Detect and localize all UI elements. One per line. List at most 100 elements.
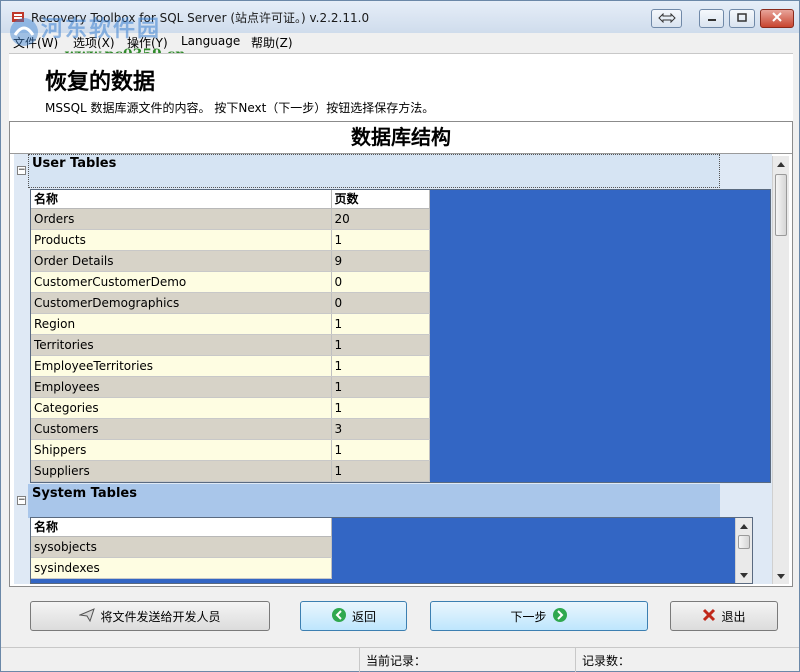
table-row[interactable]: EmployeeTerritories 1 <box>31 355 430 377</box>
page-title: 恢复的数据 <box>45 69 156 95</box>
table-row[interactable]: Suppliers 1 <box>31 460 430 482</box>
table-row[interactable]: sysindexes <box>31 557 332 579</box>
next-button[interactable]: 下一步 <box>430 601 648 631</box>
user-tables-table: 名称 页数 Orders 20 Products 1 Order Details 9 Cus… <box>31 190 430 482</box>
table-row[interactable]: Order Details 9 <box>31 250 430 272</box>
table-row[interactable]: Customers 3 <box>31 418 430 440</box>
collapse-user-tables-icon[interactable]: − <box>17 166 26 175</box>
status-record-count-cell: 记录数： <box>575 648 799 672</box>
scroll-up-arrow-icon[interactable] <box>736 518 752 534</box>
scroll-thumb[interactable] <box>738 535 750 549</box>
table-cell-name[interactable]: Products <box>31 229 332 251</box>
table-cell-pages[interactable]: 20 <box>331 208 430 230</box>
table-row[interactable]: Categories 1 <box>31 397 430 419</box>
send-to-developer-button[interactable]: 将文件发送给开发人员 <box>30 601 270 631</box>
double-arrow-icon <box>657 12 676 26</box>
exit-button-label: 退出 <box>721 609 746 624</box>
system-tables-label: System Tables <box>32 486 137 501</box>
table-row[interactable]: Orders 20 <box>31 208 430 230</box>
back-button[interactable]: 返回 <box>300 601 407 631</box>
table-cell-pages[interactable]: 9 <box>331 250 430 272</box>
table-cell-pages[interactable]: 1 <box>331 313 430 335</box>
page-subtitle: MSSQL 数据库源文件的内容。 按下Next（下一步）按钮选择保存方法。 <box>45 101 435 115</box>
main-scrollbar[interactable] <box>772 156 789 584</box>
table-cell-name[interactable]: CustomerDemographics <box>31 292 332 314</box>
minimize-button[interactable] <box>699 9 724 28</box>
table-row[interactable]: Territories 1 <box>31 334 430 356</box>
system-tables-table: 名称 sysobjects sysindexes <box>31 518 332 579</box>
table-cell-pages[interactable]: 1 <box>331 376 430 398</box>
column-header-name[interactable]: 名称 <box>31 190 332 209</box>
table-cell-name[interactable]: Territories <box>31 334 332 356</box>
column-header-name[interactable]: 名称 <box>31 518 332 537</box>
database-structure-panel: 数据库结构 − User Tables 名称 页数 Orders 20 Produc… <box>9 121 793 587</box>
system-grid-scrollbar[interactable] <box>735 518 752 583</box>
header-panel: 恢复的数据 MSSQL 数据库源文件的内容。 按下Next（下一步）按钮选择保存… <box>9 53 793 121</box>
table-row[interactable]: CustomerCustomerDemo 0 <box>31 271 430 293</box>
table-cell-name[interactable]: Orders <box>31 208 332 230</box>
table-row[interactable]: CustomerDemographics 0 <box>31 292 430 314</box>
table-cell-pages[interactable]: 0 <box>331 271 430 293</box>
table-cell-pages[interactable]: 1 <box>331 334 430 356</box>
table-cell-pages[interactable]: 1 <box>331 355 430 377</box>
menu-bar: 文件(W) 选项(X) 操作(Y) Language 帮助(Z) <box>1 33 799 51</box>
menu-file[interactable]: 文件(W) <box>13 34 58 51</box>
table-cell-name[interactable]: Shippers <box>31 439 332 461</box>
table-cell-pages[interactable]: 1 <box>331 460 430 482</box>
user-tables-grid[interactable]: 名称 页数 Orders 20 Products 1 Order Details 9 Cus… <box>30 189 771 483</box>
back-arrow-icon <box>331 607 347 626</box>
table-cell-pages[interactable]: 0 <box>331 292 430 314</box>
restore-layout-button[interactable] <box>651 9 682 28</box>
table-row[interactable]: sysobjects <box>31 536 332 558</box>
scroll-thumb[interactable] <box>775 174 787 236</box>
minimize-icon <box>707 12 717 26</box>
maximize-button[interactable] <box>729 9 755 28</box>
collapse-system-tables-icon[interactable]: − <box>17 496 26 505</box>
scroll-down-arrow-icon[interactable] <box>773 568 789 584</box>
exit-x-icon <box>702 608 716 625</box>
tree-content: − User Tables 名称 页数 Orders 20 Products 1 Ord… <box>14 154 772 584</box>
app-icon <box>11 10 25 24</box>
close-icon <box>771 11 783 26</box>
menu-help[interactable]: 帮助(Z) <box>251 34 293 51</box>
table-row[interactable]: Shippers 1 <box>31 439 430 461</box>
scroll-down-arrow-icon[interactable] <box>736 567 752 583</box>
table-cell-name[interactable]: sysindexes <box>31 557 332 579</box>
table-cell-name[interactable]: Region <box>31 313 332 335</box>
table-cell-name[interactable]: Order Details <box>31 250 332 272</box>
next-arrow-icon <box>552 607 568 626</box>
table-cell-pages[interactable]: 1 <box>331 229 430 251</box>
column-header-pages[interactable]: 页数 <box>331 190 430 209</box>
close-button[interactable] <box>760 9 794 28</box>
next-button-label: 下一步 <box>510 609 547 624</box>
system-tables-grid[interactable]: 名称 sysobjects sysindexes <box>30 517 753 584</box>
table-cell-name[interactable]: EmployeeTerritories <box>31 355 332 377</box>
table-cell-pages[interactable]: 1 <box>331 397 430 419</box>
user-tables-label: User Tables <box>32 156 117 171</box>
maximize-icon <box>737 12 747 26</box>
table-cell-name[interactable]: Suppliers <box>31 460 332 482</box>
menu-language[interactable]: Language <box>181 34 240 48</box>
table-cell-name[interactable]: CustomerCustomerDemo <box>31 271 332 293</box>
table-cell-name[interactable]: sysobjects <box>31 536 332 558</box>
title-bar: Recovery Toolbox for SQL Server (站点许可证。)… <box>1 1 799 33</box>
table-row[interactable]: Region 1 <box>31 313 430 335</box>
status-current-record: 当前记录： <box>366 654 427 668</box>
table-row[interactable]: Employees 1 <box>31 376 430 398</box>
table-cell-name[interactable]: Categories <box>31 397 332 419</box>
table-cell-name[interactable]: Customers <box>31 418 332 440</box>
window-title: Recovery Toolbox for SQL Server (站点许可证。)… <box>31 11 370 25</box>
menu-options[interactable]: 选项(X) <box>73 34 115 51</box>
table-cell-pages[interactable]: 1 <box>331 439 430 461</box>
menu-actions[interactable]: 操作(Y) <box>127 34 168 51</box>
send-file-icon <box>78 607 96 625</box>
back-button-label: 返回 <box>351 609 376 624</box>
table-cell-pages[interactable]: 3 <box>331 418 430 440</box>
table-cell-name[interactable]: Employees <box>31 376 332 398</box>
exit-button[interactable]: 退出 <box>670 601 778 631</box>
status-bar: 当前记录： 记录数： <box>1 647 799 672</box>
panel-title: 数据库结构 <box>10 122 792 154</box>
scroll-up-arrow-icon[interactable] <box>773 156 789 172</box>
table-row[interactable]: Products 1 <box>31 229 430 251</box>
user-tables-header[interactable] <box>28 154 720 188</box>
